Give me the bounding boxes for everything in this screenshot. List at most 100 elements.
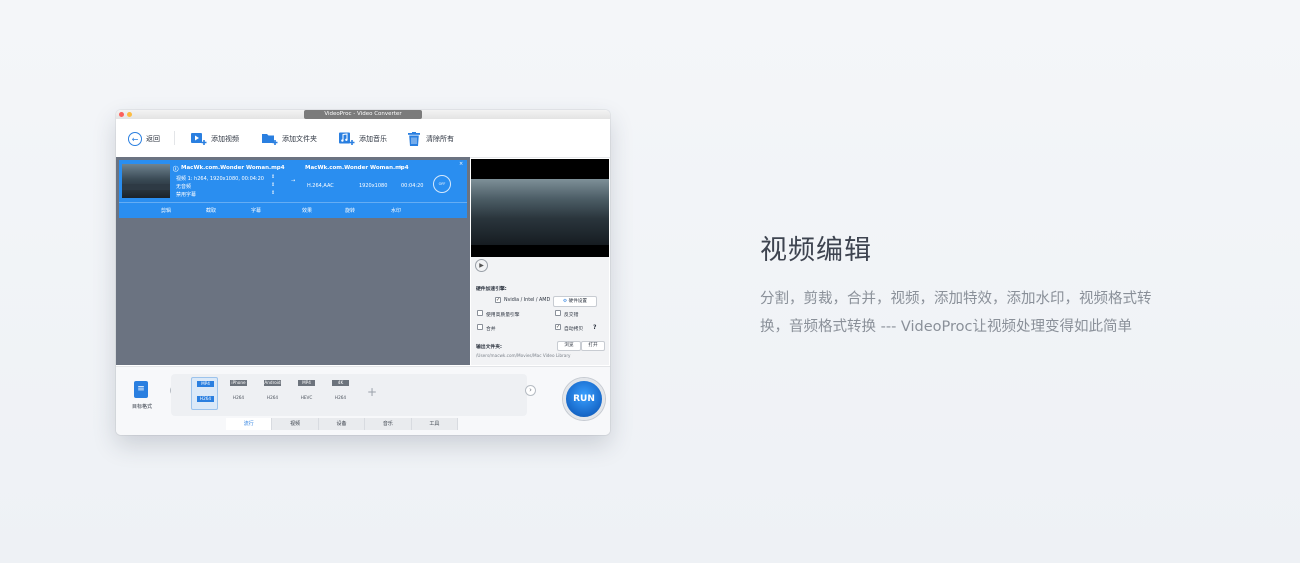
format-label: MP4 [197,381,214,387]
browse-button[interactable]: 浏览 [557,341,581,351]
deinterlace-checkbox[interactable] [555,310,561,316]
promo-section: 视频编辑 分割，剪裁，合并，视频，添加特效，添加水印，视频格式转换，音频格式转换… [760,228,1180,341]
tab-video[interactable]: 视频 [272,418,319,430]
deinterlace-label: 反交错 [564,313,579,318]
nvidia-checkbox[interactable]: ✓ [495,297,501,303]
promo-description: 分割，剪裁，合并，视频，添加特效，添加水印，视频格式转换，音频格式转换 --- … [760,291,1152,335]
format-list: MP4 H264 iPhone H264 Android H264 MP4 HE… [171,374,527,416]
tab-music[interactable]: 音乐 [365,418,412,430]
back-arrow-icon: ← [128,132,142,146]
app-window: VideoProc - Video Converter ← 返回 添加视频 添加… [116,110,610,435]
toolbar: ← 返回 添加视频 添加文件夹 添加音乐 清除所有 [116,119,610,158]
video-item[interactable]: ⓘ MacWk.com.Wonder Woman.mp4 视频 1: h264,… [119,160,467,218]
add-folder-button[interactable]: 添加文件夹 [262,129,317,149]
info-icon[interactable]: ⓘ [173,165,179,173]
add-format-icon[interactable]: + [367,385,377,399]
minimize-window-button[interactable] [127,112,132,117]
edit-cut-button[interactable]: 剪辑 [161,207,171,214]
target-format-label: 目标格式 [131,404,152,410]
item-edit-toolbar: 剪辑 截取 字幕 效果 旋转 水印 [119,202,467,219]
audio-track-info: 无音频 [176,184,192,190]
source-file-name: MacWk.com.Wonder Woman.mp4 [181,165,285,171]
codec-output: H.264,AAC [307,183,334,189]
hw-settings-label: 硬件设置 [568,299,587,304]
video-thumbnail[interactable] [122,164,170,198]
remove-item-icon[interactable]: × [459,161,463,167]
convert-arrow-icon: → [291,178,296,184]
category-tabs: 流行 视频 设备 音乐 工具 [226,418,459,430]
scroll-right-icon[interactable]: › [525,385,536,396]
tab-tools[interactable]: 工具 [411,418,459,430]
codec-option-badge[interactable]: OFF [433,175,451,193]
close-window-button[interactable] [119,112,124,117]
edit-effect-button[interactable]: 效果 [302,207,312,214]
format-4k-h264[interactable]: 4K H264 [327,377,354,410]
edit-name-icon[interactable]: ✎ [399,165,403,171]
dropdown-arrow-icon[interactable]: ⇕ [271,182,275,188]
hw-accel-title: 硬件加速引擎: [476,287,507,292]
format-label: iPhone [230,380,247,386]
add-music-icon [339,131,355,147]
window-title: VideoProc - Video Converter [304,110,422,119]
hw-settings-button[interactable]: ⚙ 硬件设置 [553,296,597,307]
target-format-icon: ≡ [134,381,148,398]
back-button[interactable]: ← 返回 [128,129,160,149]
tab-device[interactable]: 设备 [318,418,366,430]
video-preview [471,159,609,257]
add-folder-icon [262,131,278,147]
clear-all-button[interactable]: 清除所有 [406,129,454,149]
format-label: MP4 [298,380,315,386]
help-icon[interactable]: ? [593,324,596,331]
format-android-h264[interactable]: Android H264 [259,377,286,410]
edit-crop-button[interactable]: 截取 [206,207,216,214]
format-codec: HEVC [300,395,313,400]
play-icon[interactable]: ▶ [475,259,488,272]
options-panel: 硬件加速引擎: ✓ Nvidia / Intel / AMD ⚙ 硬件设置 使用… [471,275,609,365]
add-video-icon [191,131,207,147]
video-track-info: 视频 1: h264, 1920x1080, 00:04:20 [176,176,264,182]
format-mp4-hevc[interactable]: MP4 HEVC [293,377,320,410]
format-mp4-h264[interactable]: MP4 H264 [191,377,218,410]
add-music-label: 添加音乐 [359,135,387,143]
format-label: 4K [332,380,349,386]
high-quality-label: 使用高质量引擎 [486,313,520,318]
edit-rotate-button[interactable]: 旋转 [345,207,355,214]
open-folder-button[interactable]: 打开 [581,341,605,351]
promo-title: 视频编辑 [760,235,872,266]
run-button[interactable]: RUN [563,378,605,420]
target-format-button[interactable]: ≡ 目标格式 [120,375,164,415]
merge-checkbox[interactable] [477,324,483,330]
format-bar: ≡ 目标格式 ‹ MP4 H264 iPhone H264 Android H2… [116,366,610,435]
clear-all-label: 清除所有 [426,135,454,143]
auto-copy-checkbox[interactable]: ✓ [555,324,561,330]
add-video-button[interactable]: 添加视频 [191,129,239,149]
preview-frame [471,179,609,245]
resolution-output: 1920x1080 [359,183,388,189]
output-file-name: MacWk.com.Wonder Woman.mp4 [305,165,409,171]
trash-icon [406,131,422,147]
output-folder-label: 输出文件夹: [476,345,502,350]
edit-subtitle-button[interactable]: 字幕 [251,207,261,214]
format-codec: H264 [197,396,214,402]
toolbar-divider [174,131,175,145]
format-iphone-h264[interactable]: iPhone H264 [225,377,252,410]
title-bar: VideoProc - Video Converter [116,110,610,119]
add-video-label: 添加视频 [211,135,239,143]
high-quality-checkbox[interactable] [477,310,483,316]
merge-label: 合并 [486,327,496,332]
add-music-button[interactable]: 添加音乐 [339,129,387,149]
nvidia-label: Nvidia / Intel / AMD [504,298,551,303]
format-codec: H264 [232,395,245,400]
dropdown-arrow-icon[interactable]: ⇕ [271,174,275,180]
format-codec: H264 [334,395,347,400]
output-path[interactable]: /Users/macwk.com/Movies/Mac Video Librar… [476,353,571,358]
dropdown-arrow-icon[interactable]: ⇕ [271,190,275,196]
tab-popular[interactable]: 流行 [226,418,273,430]
back-label: 返回 [146,135,160,143]
format-codec: H264 [266,395,279,400]
file-list-pane: ⓘ MacWk.com.Wonder Woman.mp4 视频 1: h264,… [116,157,470,365]
gear-icon: ⚙ [563,299,568,304]
edit-watermark-button[interactable]: 水印 [391,207,401,214]
subtitle-info: 禁用字幕 [176,192,197,198]
add-folder-label: 添加文件夹 [282,135,317,143]
